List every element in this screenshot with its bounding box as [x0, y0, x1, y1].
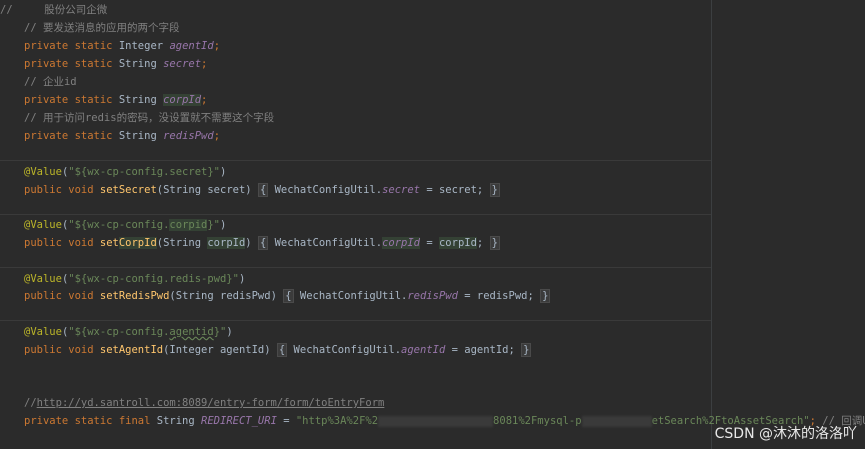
method-line-setAgentId: public void setAgentId(Integer agentId) … — [24, 343, 532, 357]
comment-link[interactable]: http://yd.santroll.com:8089/entry-form/f… — [37, 397, 385, 409]
code-line-1: // 股份公司企微 — [0, 2, 107, 19]
right-margin-guide — [711, 0, 712, 449]
method-separator — [0, 214, 711, 215]
code-line-3: private static Integer agentId; — [24, 40, 221, 52]
method-line-setRedisPwd: public void setRedisPwd(String redisPwd)… — [24, 289, 551, 303]
method-line-setSecret: public void setSecret(String secret) { W… — [24, 183, 500, 197]
annotation-line-corpid: @Value("${wx-cp-config.corpid}") — [24, 219, 227, 231]
redacted-area — [378, 415, 494, 427]
annotation-line-agentid: @Value("${wx-cp-config.agentid}") — [24, 326, 233, 338]
watermark: CSDN @沐沐的洛洛吖 — [714, 426, 857, 442]
method-line-setCorpId: public void setCorpId(String corpId) { W… — [24, 236, 500, 250]
redacted-area — [581, 415, 652, 427]
code-line-5: // 企业id — [24, 76, 77, 88]
code-line-8: private static String redisPwd; — [24, 130, 221, 142]
code-line-6: private static String corpId; — [24, 94, 208, 106]
code-line-comment-url: //http://yd.santroll.com:8089/entry-form… — [24, 397, 385, 409]
annotation-line-secret: @Value("${wx-cp-config.secret}") — [24, 166, 227, 178]
annotation-line-redis: @Value("${wx-cp-config.redis-pwd}") — [24, 273, 246, 285]
comment: // 股份公司企微 — [0, 4, 108, 16]
method-separator — [0, 320, 711, 321]
comment: // 要发送消息的应用的两个字段 — [24, 22, 180, 34]
method-separator — [0, 160, 711, 161]
method-separator — [0, 267, 711, 268]
code-line-7: // 用于访问redis的密码，没设置就不需要这个字段 — [24, 112, 275, 124]
code-editor[interactable]: // 股份公司企微 // 要发送消息的应用的两个字段 private stati… — [0, 0, 865, 449]
code-line-2: // 要发送消息的应用的两个字段 — [24, 20, 179, 37]
code-line-4: private static String secret; — [24, 58, 208, 70]
